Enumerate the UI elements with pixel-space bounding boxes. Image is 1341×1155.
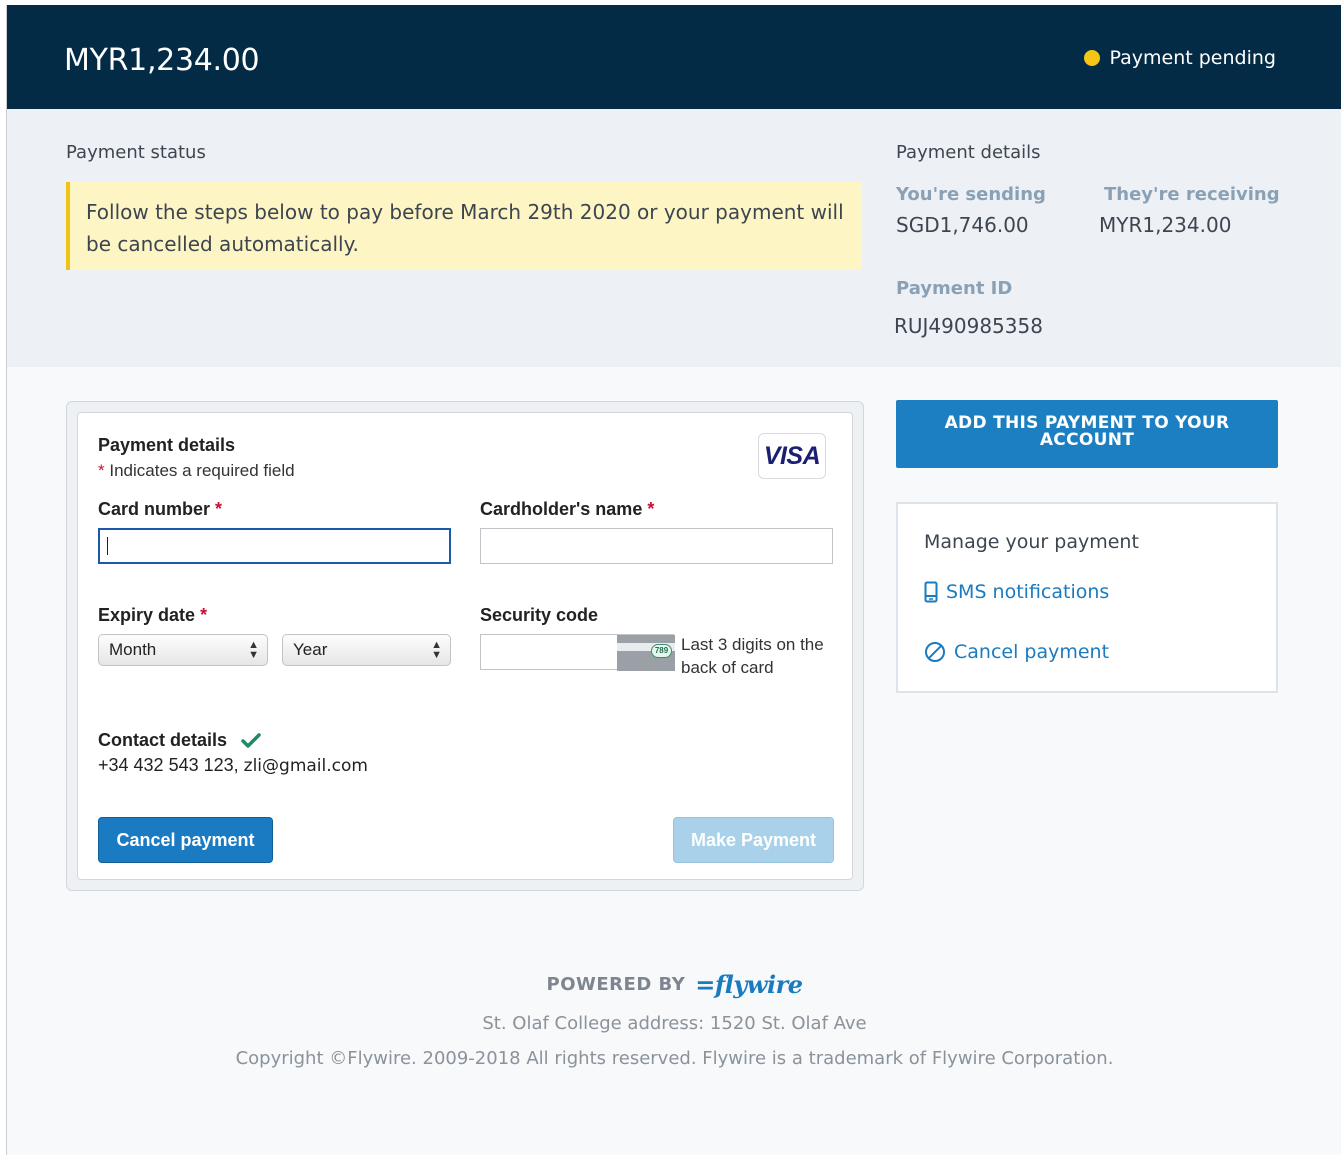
sending-value: SGD1,746.00 bbox=[896, 213, 1029, 237]
payment-amount: MYR1,234.00 bbox=[64, 43, 260, 78]
expiry-date-label-text: Expiry date bbox=[98, 605, 196, 625]
expiry-date-label: Expiry date * bbox=[98, 605, 207, 626]
expiry-month-value: Month bbox=[109, 640, 157, 659]
cancel-payment-button[interactable]: Cancel payment bbox=[98, 817, 273, 863]
required-asterisk: * bbox=[215, 499, 223, 519]
payment-id-value: RUJ490985358 bbox=[894, 314, 1043, 338]
contact-phone: +34 432 543 123, bbox=[98, 755, 239, 775]
payment-details-heading: Payment details bbox=[896, 142, 1041, 163]
contact-details-heading: Contact details bbox=[98, 730, 261, 751]
status-dot-icon bbox=[1083, 50, 1100, 66]
checkmark-icon bbox=[241, 732, 261, 748]
select-arrows-icon: ▲ ▼ bbox=[248, 639, 259, 661]
card-number-input[interactable] bbox=[98, 528, 451, 564]
footer-copyright: Copyright ©Flywire. 2009-2018 All rights… bbox=[235, 1048, 1114, 1069]
security-code-hint: Last 3 digits on the back of card bbox=[681, 635, 824, 677]
sms-notifications-link[interactable]: SMS notifications bbox=[924, 581, 1109, 603]
cardholder-name-label-text: Cardholder's name bbox=[480, 499, 643, 519]
sms-notifications-text: SMS notifications bbox=[946, 581, 1110, 603]
payment-status-indicator: Payment pending bbox=[1083, 47, 1276, 69]
security-code-label: Security code bbox=[480, 605, 599, 625]
select-arrows-icon: ▲ ▼ bbox=[431, 639, 442, 661]
make-payment-button[interactable]: Make Payment bbox=[673, 817, 834, 863]
expiry-month-select[interactable]: Month ▲ ▼ bbox=[98, 634, 268, 666]
powered-by: POWERED BY =flywire bbox=[7, 970, 1341, 999]
payment-form: Payment details * Indicates a required f… bbox=[77, 412, 853, 880]
cancel-payment-link[interactable]: Cancel payment bbox=[924, 641, 1109, 663]
contact-details-label: Contact details bbox=[98, 730, 228, 750]
form-title: Payment details bbox=[98, 435, 236, 455]
payment-status-text: Payment pending bbox=[1109, 47, 1276, 69]
cancel-payment-text: Cancel payment bbox=[954, 641, 1110, 663]
footer-address: St. Olaf College address: 1520 St. Olaf … bbox=[482, 1013, 867, 1034]
contact-details-value: +34 432 543 123, zli@gmail.com bbox=[98, 755, 368, 776]
cancel-circle-icon bbox=[925, 642, 945, 662]
payment-form-card: Payment details * Indicates a required f… bbox=[66, 401, 864, 891]
visa-logo-icon: VISA bbox=[758, 433, 826, 479]
manage-payment-title: Manage your payment bbox=[924, 531, 1139, 553]
manage-payment-panel: Manage your payment SMS notifications Ca… bbox=[896, 502, 1278, 693]
add-payment-to-account-button[interactable]: ADD THIS PAYMENT TO YOUR ACCOUNT bbox=[896, 400, 1278, 468]
payment-id-label: Payment ID bbox=[896, 278, 1013, 299]
card-number-label: Card number * bbox=[98, 499, 222, 520]
payment-status-label: Payment status bbox=[66, 142, 206, 163]
cvv-sample: 789 bbox=[651, 644, 672, 658]
mobile-phone-icon bbox=[924, 581, 938, 603]
required-asterisk: * bbox=[647, 499, 655, 519]
cardholder-name-input[interactable] bbox=[480, 528, 833, 564]
required-asterisk: * bbox=[98, 461, 105, 480]
page: MYR1,234.00 Payment pending Payment stat… bbox=[6, 5, 1341, 1155]
payment-summary: Payment status Follow the steps below to… bbox=[7, 109, 1341, 367]
expiry-year-select[interactable]: Year ▲ ▼ bbox=[282, 634, 451, 666]
deadline-notice: Follow the steps below to pay before Mar… bbox=[66, 182, 862, 270]
flywire-logo-icon[interactable]: =flywire bbox=[695, 970, 803, 999]
required-asterisk: * bbox=[200, 605, 208, 625]
card-back-cvv-icon: 789 bbox=[617, 635, 675, 671]
powered-by-text: POWERED BY bbox=[546, 974, 686, 995]
receiving-label: They're receiving bbox=[1104, 184, 1280, 205]
text-caret bbox=[107, 537, 108, 555]
sending-label: You're sending bbox=[896, 184, 1046, 205]
required-note: * Indicates a required field bbox=[98, 461, 295, 481]
receiving-value: MYR1,234.00 bbox=[1099, 213, 1232, 237]
required-note-text: Indicates a required field bbox=[109, 461, 295, 480]
security-code-input[interactable]: 789 bbox=[480, 634, 675, 671]
flywire-logo-text: flywire bbox=[714, 970, 803, 999]
contact-email: zli@gmail.com bbox=[243, 756, 368, 776]
card-number-label-text: Card number bbox=[98, 499, 211, 519]
footer: POWERED BY =flywire St. Olaf College add… bbox=[7, 970, 1341, 1069]
header-bar: MYR1,234.00 Payment pending bbox=[7, 5, 1341, 109]
cardholder-name-label: Cardholder's name * bbox=[480, 499, 654, 520]
expiry-year-value: Year bbox=[293, 640, 328, 659]
